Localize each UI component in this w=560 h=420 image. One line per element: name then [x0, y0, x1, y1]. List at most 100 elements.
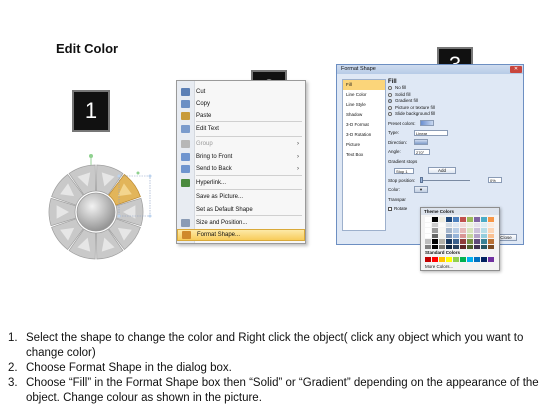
color-swatch[interactable] [460, 222, 466, 227]
close-icon[interactable]: ✕ [510, 66, 522, 73]
color-swatch[interactable] [488, 244, 494, 249]
color-swatch[interactable] [432, 244, 438, 249]
color-swatch[interactable] [474, 239, 480, 244]
nav-item-line-color[interactable]: Line Color [343, 90, 385, 100]
rotation-handle[interactable] [89, 154, 93, 158]
color-swatch[interactable] [460, 228, 466, 233]
color-swatch[interactable] [439, 228, 445, 233]
color-swatch[interactable] [432, 222, 438, 227]
color-swatch[interactable] [453, 257, 459, 262]
color-swatch[interactable] [460, 239, 466, 244]
color-swatch[interactable] [453, 244, 459, 249]
menu-item-paste[interactable]: Paste [177, 110, 305, 122]
color-swatch[interactable] [467, 244, 473, 249]
color-swatch[interactable] [481, 222, 487, 227]
color-swatch[interactable] [481, 217, 487, 222]
color-swatch[interactable] [439, 239, 445, 244]
radio-icon[interactable] [388, 112, 392, 117]
color-swatch[interactable] [425, 217, 431, 222]
color-swatch[interactable] [467, 222, 473, 227]
type-select[interactable]: Linear [414, 129, 448, 136]
direction-button[interactable] [414, 139, 428, 145]
color-swatch[interactable] [439, 257, 445, 262]
color-swatch[interactable] [488, 239, 494, 244]
color-swatch[interactable] [453, 233, 459, 238]
radio-icon[interactable] [388, 86, 392, 91]
menu-item-size-and-position[interactable]: Size and Position... [177, 217, 305, 229]
wheel-hub[interactable] [76, 192, 116, 232]
color-swatch[interactable] [481, 233, 487, 238]
wheel-diagram[interactable] [38, 152, 154, 266]
color-swatch[interactable] [432, 257, 438, 262]
stop-select[interactable]: Stop 1 [394, 167, 414, 174]
color-picker-button[interactable]: ▾ [414, 186, 428, 193]
menu-item-edit-text[interactable]: Edit Text [177, 123, 305, 135]
menu-item-group[interactable]: Group › [177, 138, 305, 150]
color-swatch[interactable] [488, 217, 494, 222]
selection-handle[interactable] [117, 214, 121, 218]
color-swatch[interactable] [467, 257, 473, 262]
color-swatch[interactable] [446, 222, 452, 227]
color-swatch[interactable] [460, 244, 466, 249]
stop-position-input[interactable]: 0% [488, 177, 502, 183]
color-swatch[interactable] [481, 228, 487, 233]
color-swatch[interactable] [460, 233, 466, 238]
color-swatch[interactable] [467, 233, 473, 238]
menu-item-save-as-picture[interactable]: Save as Picture... [177, 191, 305, 203]
color-swatch[interactable] [488, 222, 494, 227]
menu-item-format-shape[interactable]: Format Shape... [177, 229, 305, 241]
menu-item-copy[interactable]: Copy [177, 98, 305, 110]
color-swatch[interactable] [481, 257, 487, 262]
radio-selected-icon[interactable] [388, 99, 392, 104]
radio-icon[interactable] [388, 105, 392, 110]
nav-item-fill[interactable]: Fill [343, 80, 385, 90]
color-swatch[interactable] [439, 233, 445, 238]
color-swatch[interactable] [446, 228, 452, 233]
color-swatch[interactable] [453, 228, 459, 233]
fill-option-slide-bg[interactable]: Slide background fill [388, 111, 519, 118]
color-swatch[interactable] [453, 217, 459, 222]
color-swatch[interactable] [467, 228, 473, 233]
color-swatch[interactable] [432, 217, 438, 222]
selection-handle[interactable] [148, 174, 152, 178]
add-stop-button[interactable]: Add [428, 167, 456, 174]
color-swatch[interactable] [446, 217, 452, 222]
color-swatch[interactable] [488, 233, 494, 238]
menu-item-send-to-back[interactable]: Send to Back › [177, 163, 305, 175]
more-colors-item[interactable]: More Colors... [425, 264, 453, 269]
stop-position-slider[interactable] [420, 176, 470, 183]
color-swatch[interactable] [474, 244, 480, 249]
color-swatch[interactable] [446, 244, 452, 249]
color-swatch[interactable] [460, 217, 466, 222]
color-swatch[interactable] [453, 239, 459, 244]
color-swatch[interactable] [439, 244, 445, 249]
nav-item-text-box[interactable]: Text Box [343, 150, 385, 160]
menu-item-cut[interactable]: Cut [177, 86, 305, 98]
color-swatch[interactable] [446, 233, 452, 238]
color-swatch[interactable] [425, 239, 431, 244]
nav-item-shadow[interactable]: Shadow [343, 110, 385, 120]
angle-input[interactable]: 270° [414, 148, 430, 155]
color-swatch[interactable] [432, 233, 438, 238]
color-swatch[interactable] [467, 217, 473, 222]
nav-item-3d-format[interactable]: 3-D Format [343, 120, 385, 130]
menu-item-hyperlink[interactable]: Hyperlink... [177, 177, 305, 189]
color-swatch[interactable] [481, 244, 487, 249]
color-swatch[interactable] [453, 222, 459, 227]
color-swatch[interactable] [425, 228, 431, 233]
color-swatch[interactable] [474, 257, 480, 262]
color-swatch[interactable] [474, 222, 480, 227]
color-swatch[interactable] [488, 228, 494, 233]
color-swatch[interactable] [446, 239, 452, 244]
color-swatch[interactable] [481, 239, 487, 244]
selection-handle[interactable] [148, 214, 152, 218]
color-swatch[interactable] [425, 222, 431, 227]
color-swatch[interactable] [446, 257, 452, 262]
segment-rotation-handle[interactable] [136, 171, 140, 175]
color-swatch[interactable] [439, 222, 445, 227]
color-swatch[interactable] [488, 257, 494, 262]
nav-item-3d-rotation[interactable]: 3-D Rotation [343, 130, 385, 140]
color-swatch[interactable] [425, 233, 431, 238]
color-swatch[interactable] [425, 257, 431, 262]
color-swatch[interactable] [474, 217, 480, 222]
